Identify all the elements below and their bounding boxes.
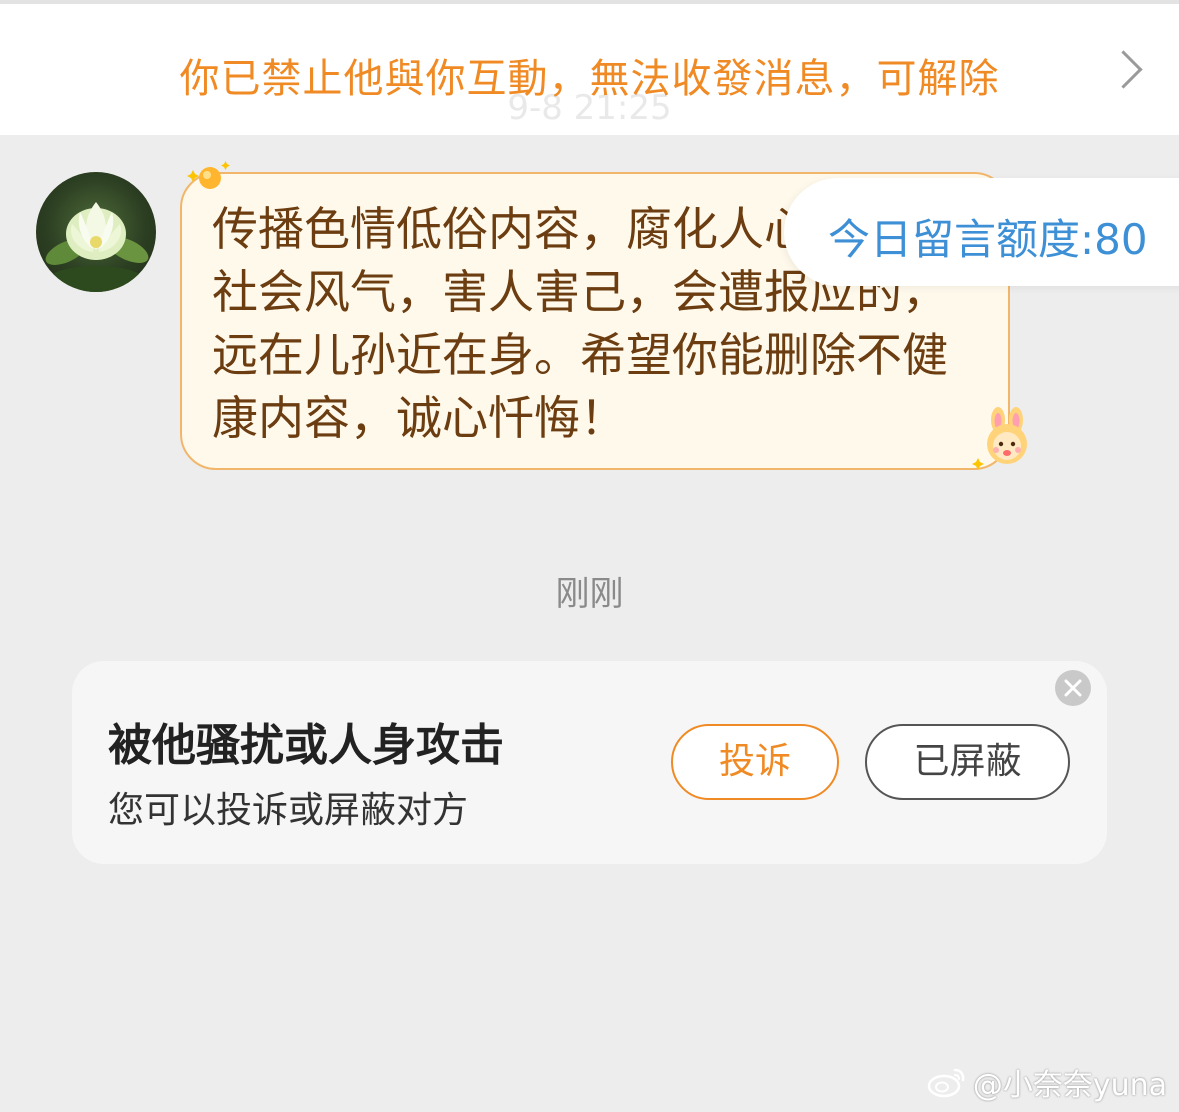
bunny-sticker-icon xyxy=(972,407,1027,470)
blocked-notice-text: 你已禁止他與你互動，無法收發消息，可解除 xyxy=(179,56,1000,102)
harassment-card-title: 被他骚扰或人身攻击 xyxy=(108,720,504,771)
message-timestamp: 刚刚 xyxy=(555,574,624,614)
weibo-logo-icon xyxy=(927,1068,965,1098)
harassment-card: 被他骚扰或人身攻击 您可以投诉或屏蔽对方 投诉 已屏蔽 xyxy=(72,661,1107,864)
watermark: @小奈奈yuna xyxy=(927,1062,1167,1103)
report-button[interactable]: 投诉 xyxy=(671,724,839,800)
avatar[interactable] xyxy=(36,172,156,292)
blocked-button[interactable]: 已屏蔽 xyxy=(865,724,1070,800)
harassment-card-subtitle: 您可以投诉或屏蔽对方 xyxy=(108,790,469,831)
close-icon[interactable] xyxy=(1055,670,1091,706)
blocked-banner[interactable]: 9-8 21:25 你已禁止他與你互動，無法收發消息，可解除 xyxy=(0,4,1179,135)
sparkle-ball-icon xyxy=(187,161,230,189)
watermark-text: @小奈奈yuna xyxy=(972,1068,1167,1103)
message-quota-pill: 今日留言额度:80 xyxy=(784,178,1179,286)
message-quota-text: 今日留言额度:80 xyxy=(828,215,1148,264)
